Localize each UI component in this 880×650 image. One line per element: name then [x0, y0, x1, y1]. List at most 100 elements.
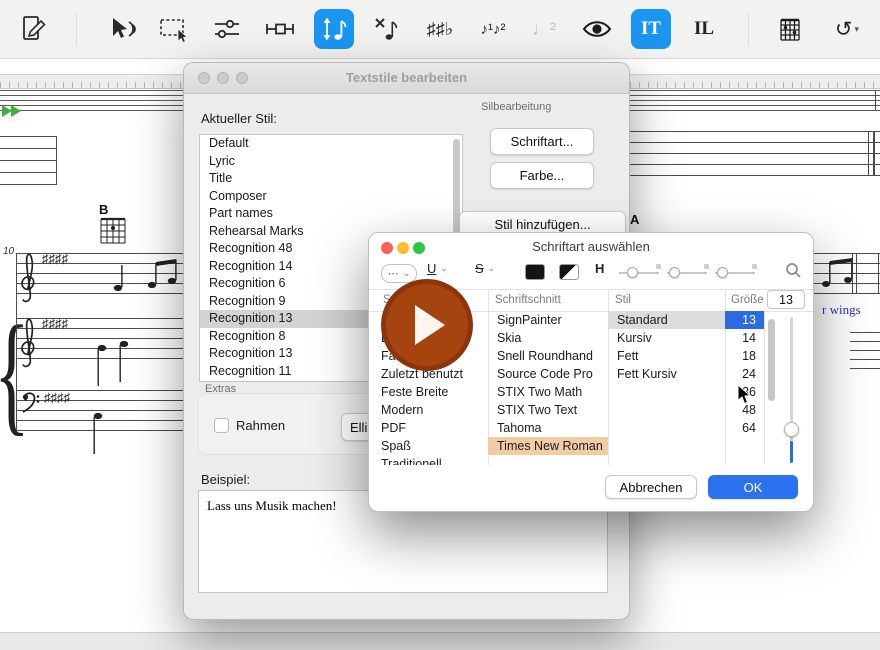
delete-note-icon	[371, 14, 401, 44]
notes-group	[82, 398, 126, 460]
collection-item[interactable]: Feste Breite	[369, 383, 488, 401]
mixer-settings-tool[interactable]	[207, 9, 247, 49]
style-list-item[interactable]: Lyric	[200, 153, 462, 171]
size-input[interactable]: 13	[767, 290, 805, 309]
strikethrough-popup[interactable]: S ⌄	[475, 261, 495, 276]
insert-text-tool[interactable]: IT	[631, 9, 671, 49]
rehearsal-mark-a[interactable]: A	[630, 212, 639, 227]
family-header[interactable]: Schriftschnitt	[495, 294, 561, 306]
style-list-item[interactable]: Default	[200, 135, 462, 153]
style-item[interactable]: Fett Kursiv	[608, 365, 725, 383]
main-toolbar: ♯♯♭ ♪¹♪² ♩² IT IL ↺ ▾	[0, 0, 880, 59]
ok-button[interactable]: OK	[708, 475, 798, 499]
mouse-cursor	[737, 384, 752, 406]
family-item-selected[interactable]: Times New Roman	[488, 437, 608, 455]
chord-grid-tool[interactable]	[770, 9, 810, 49]
family-item[interactable]: SignPainter	[488, 311, 608, 329]
strikethrough-icon: S	[475, 261, 484, 276]
style-header[interactable]: Stil	[615, 294, 631, 306]
half-note-icon: ♩²	[532, 20, 556, 38]
chevron-down-icon: ⌄	[403, 268, 411, 279]
effects-popup[interactable]: ⋯ ⌄	[381, 264, 417, 283]
shadow-opacity-slider[interactable]	[619, 267, 659, 279]
family-item[interactable]: Source Code Pro	[488, 365, 608, 383]
dialog-title: Textstile bearbeiten	[184, 63, 629, 93]
tuplet-tool[interactable]: ♪¹♪²	[473, 9, 513, 49]
toolbar-separator	[748, 12, 749, 46]
syllable-section-label: Silbearbeitung	[481, 101, 551, 113]
family-item[interactable]: Snell Roundhand	[488, 347, 608, 365]
size-item[interactable]: 14	[725, 329, 764, 347]
node-edit-tool[interactable]	[260, 9, 300, 49]
size-slider-fill	[790, 441, 793, 463]
barline	[868, 131, 869, 176]
style-list-item[interactable]: Title	[200, 170, 462, 188]
underline-icon: U	[427, 261, 436, 276]
view-tool[interactable]	[577, 9, 617, 49]
lyric-text[interactable]: r wings	[822, 302, 861, 318]
delete-note-tool[interactable]	[366, 9, 406, 49]
line-text-tool[interactable]: IL	[684, 9, 724, 49]
size-scrollbar-thumb[interactable]	[768, 319, 775, 401]
text-color-well[interactable]	[525, 264, 545, 280]
size-header[interactable]: Größe	[731, 294, 764, 306]
collection-item[interactable]: Spaß	[369, 437, 488, 455]
family-item[interactable]: STIX Two Text	[488, 401, 608, 419]
style-item-selected[interactable]: Standard	[608, 311, 725, 329]
collection-item[interactable]: Modern	[369, 401, 488, 419]
slider-knob[interactable]	[717, 267, 728, 278]
style-item[interactable]: Fett	[608, 347, 725, 365]
accidentals-icon: ♯♯♭	[427, 20, 454, 38]
eye-icon	[580, 14, 614, 44]
slider-knob[interactable]	[669, 267, 680, 278]
cancel-button[interactable]: Abbrechen	[605, 475, 697, 499]
style-list-item[interactable]: Part names	[200, 205, 462, 223]
playback-selection-tool[interactable]	[103, 9, 143, 49]
style-list-item[interactable]: Composer	[200, 188, 462, 206]
search-icon[interactable]	[785, 262, 802, 279]
frame-checkbox-label: Rahmen	[236, 418, 285, 433]
cursor-sound-icon	[107, 14, 139, 44]
play-overlay-button[interactable]	[381, 279, 473, 371]
collection-item[interactable]: PDF	[369, 419, 488, 437]
sliders-icon	[211, 14, 243, 44]
shadow-offset-slider[interactable]	[715, 267, 755, 279]
notes-group	[814, 250, 876, 296]
shadow-blur-slider[interactable]	[667, 267, 707, 279]
accidentals-tool[interactable]: ♯♯♭	[420, 9, 460, 49]
family-item[interactable]: Skia	[488, 329, 608, 347]
size-slider-knob[interactable]	[784, 422, 799, 437]
text-styles-titlebar[interactable]: Textstile bearbeiten	[184, 63, 629, 94]
document-setup-tool[interactable]	[12, 9, 52, 49]
barline	[878, 253, 879, 294]
size-item[interactable]: 18	[725, 347, 764, 365]
frame-checkbox[interactable]	[214, 418, 229, 433]
size-item[interactable]: 64	[725, 419, 764, 437]
transpose-tool[interactable]	[314, 9, 354, 49]
green-marker-icon[interactable]	[11, 105, 21, 117]
staff-fragment-left	[0, 136, 57, 185]
chord-grid-icon	[775, 14, 805, 44]
collection-item[interactable]: Traditionell	[369, 455, 488, 465]
slider-knob[interactable]	[627, 267, 638, 278]
underline-popup[interactable]: U ⌄	[427, 261, 448, 276]
chord-diagram[interactable]	[96, 215, 130, 247]
family-list: SignPainter Skia Snell Roundhand Source …	[488, 311, 608, 465]
more-icon: ⋯	[388, 267, 399, 280]
size-item-selected[interactable]: 13	[725, 311, 764, 329]
document-color-well[interactable]	[559, 264, 579, 280]
staff-fragment-right	[628, 131, 880, 176]
size-item[interactable]: 24	[725, 365, 764, 383]
style-item[interactable]: Kursiv	[608, 329, 725, 347]
voice-two-tool[interactable]: ♩²	[524, 9, 564, 49]
treble-clef-icon	[18, 311, 40, 369]
shadow-toggle[interactable]: H	[595, 261, 604, 276]
undo-button[interactable]: ↺ ▾	[823, 9, 871, 49]
family-item[interactable]: Tahoma	[488, 419, 608, 437]
font-picker-titlebar[interactable]: Schriftart auswählen	[369, 233, 813, 259]
font-button[interactable]: Schriftart...	[490, 128, 594, 155]
color-button[interactable]: Farbe...	[490, 162, 594, 189]
marquee-selection-tool[interactable]	[154, 9, 194, 49]
barline	[56, 136, 57, 185]
family-item[interactable]: STIX Two Math	[488, 383, 608, 401]
